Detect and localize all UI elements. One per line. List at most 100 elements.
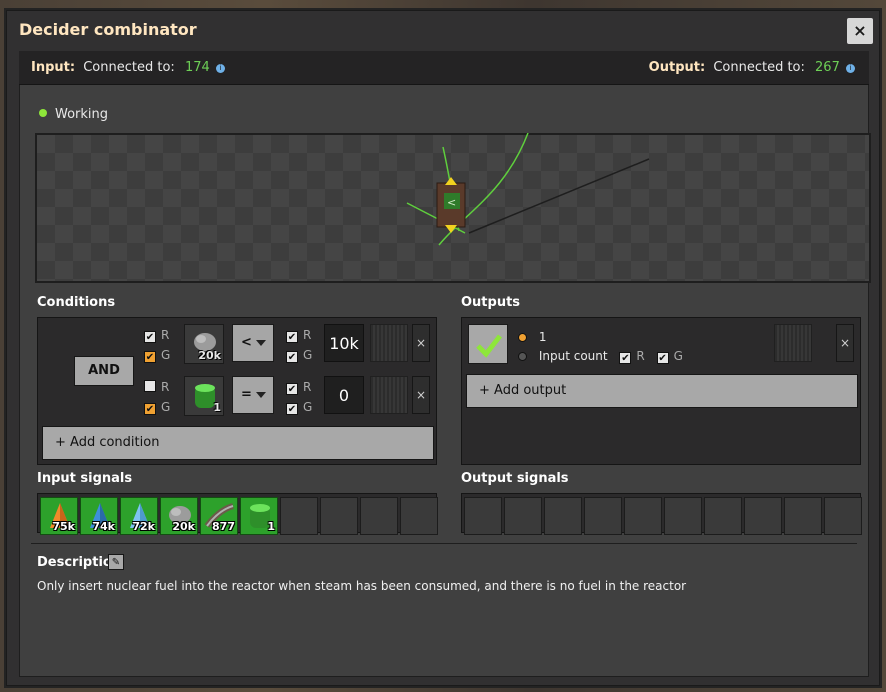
- input-connection-count: 174: [184, 60, 210, 75]
- comparator-value: <: [241, 335, 252, 350]
- condition-2-comparator-dropdown[interactable]: =: [232, 376, 274, 414]
- signal-count: 75k: [52, 520, 75, 533]
- connection-bar: Input: Connected to: 174 i Output: Conne…: [19, 51, 869, 85]
- condition-2-value[interactable]: 0: [324, 376, 364, 414]
- output-connection: Output: Connected to: 267 i: [649, 60, 855, 75]
- output-signals-panel: [461, 493, 862, 535]
- input-signal-slot[interactable]: 1: [240, 497, 278, 535]
- signal-count: 1: [267, 520, 275, 533]
- checkbox-icon[interactable]: ✔: [286, 331, 298, 343]
- output-red-label: R: [636, 349, 645, 363]
- signal-count: 877: [212, 520, 235, 533]
- info-icon[interactable]: i: [215, 64, 225, 73]
- title-bar[interactable]: Decider combinator ×: [7, 11, 879, 49]
- chevron-down-icon: [256, 340, 266, 346]
- output-extra-slot: [774, 324, 812, 362]
- input-signal-slot[interactable]: 74k: [80, 497, 118, 535]
- input-label: Input:: [31, 60, 76, 75]
- empty-signal-slot: [744, 497, 782, 535]
- input-count-label: Input count: [538, 349, 608, 363]
- condition-2-right-red[interactable]: ✔ R: [286, 380, 311, 395]
- close-button[interactable]: ×: [847, 18, 873, 44]
- checkbox-icon[interactable]: ✔: [656, 352, 669, 364]
- condition-2-left-green[interactable]: ✔ G: [144, 400, 170, 415]
- output-input-count-row[interactable]: Input count ✔ R ✔ G: [518, 349, 683, 364]
- input-signal-slot[interactable]: 72k: [120, 497, 158, 535]
- checkbox-icon[interactable]: ✔: [144, 331, 156, 343]
- svg-text:<: <: [447, 196, 456, 209]
- input-signal-slot[interactable]: 877: [200, 497, 238, 535]
- output-label: Output:: [648, 60, 706, 75]
- condition-2-left-red[interactable]: R: [144, 380, 169, 394]
- condition-1-right-red[interactable]: ✔ R: [286, 328, 311, 343]
- comparator-value: =: [241, 387, 252, 402]
- checkbox-icon[interactable]: [144, 380, 156, 392]
- conditions-title: Conditions: [37, 295, 116, 310]
- empty-signal-slot: [504, 497, 542, 535]
- signal-count: 72k: [132, 520, 155, 533]
- check-icon: [476, 334, 502, 358]
- condition-1-comparator-dropdown[interactable]: <: [232, 324, 274, 362]
- empty-signal-slot: [624, 497, 662, 535]
- combinator-preview-icon: <: [406, 133, 650, 246]
- add-output-button[interactable]: + Add output: [466, 374, 858, 408]
- condition-2-signal-slot[interactable]: 1: [184, 376, 224, 416]
- chevron-down-icon: [256, 392, 266, 398]
- condition-1-signal-count: 20k: [198, 349, 221, 362]
- empty-signal-slot: [824, 497, 862, 535]
- info-icon[interactable]: i: [846, 64, 855, 73]
- output-signal-slot[interactable]: [468, 324, 508, 364]
- condition-1-signal-slot[interactable]: 20k: [184, 324, 224, 364]
- entity-preview[interactable]: <: [35, 133, 871, 283]
- pencil-icon[interactable]: ✎: [108, 554, 124, 570]
- empty-signal-slot: [320, 497, 358, 535]
- output-signals-title: Output signals: [461, 471, 569, 486]
- empty-signal-slot: [704, 497, 742, 535]
- empty-signal-slot: [400, 497, 438, 535]
- condition-1-extra-slot: [370, 324, 408, 362]
- checkbox-icon[interactable]: ✔: [144, 403, 156, 415]
- signal-count: 20k: [172, 520, 195, 533]
- empty-signal-slot: [360, 497, 398, 535]
- input-signal-slot[interactable]: 75k: [40, 497, 78, 535]
- input-signal-slot[interactable]: 20k: [160, 497, 198, 535]
- input-connection: Input: Connected to: 174 i: [31, 60, 225, 75]
- conditions-panel: AND ✔ R ✔ G 20k < ✔ R ✔ G 10k × R ✔ G 1 = ✔ R …: [37, 317, 437, 465]
- logic-and-button[interactable]: AND: [74, 356, 134, 386]
- condition-1-left-green[interactable]: ✔ G: [144, 348, 170, 363]
- signal-count: 74k: [92, 520, 115, 533]
- output-connected-text: Connected to:: [713, 60, 805, 75]
- window-title: Decider combinator: [19, 20, 197, 39]
- checkbox-icon[interactable]: ✔: [286, 351, 298, 363]
- divider: [31, 543, 857, 544]
- output-remove-button[interactable]: ×: [836, 324, 854, 362]
- condition-1-remove-button[interactable]: ×: [412, 324, 430, 362]
- output-value-row[interactable]: 1: [518, 330, 546, 344]
- empty-signal-slot: [584, 497, 622, 535]
- checkbox-icon[interactable]: ✔: [144, 351, 156, 363]
- empty-signal-slot: [280, 497, 318, 535]
- input-signals-panel: 75k 74k 72k 20k 877 1: [37, 493, 438, 535]
- condition-1-value[interactable]: 10k: [324, 324, 364, 362]
- input-connected-text: Connected to:: [83, 60, 175, 75]
- radio-selected-icon[interactable]: [518, 333, 527, 342]
- condition-1-right-green[interactable]: ✔ G: [286, 348, 312, 363]
- condition-1-left-red[interactable]: ✔ R: [144, 328, 169, 343]
- empty-signal-slot: [784, 497, 822, 535]
- checkbox-icon[interactable]: ✔: [619, 352, 632, 364]
- output-connection-count: 267: [815, 60, 840, 75]
- output-green-label: G: [673, 349, 683, 363]
- condition-2-signal-count: 1: [213, 401, 221, 414]
- radio-unselected-icon[interactable]: [518, 352, 527, 361]
- empty-signal-slot: [664, 497, 702, 535]
- condition-2-extra-slot: [370, 376, 408, 414]
- checkbox-icon[interactable]: ✔: [286, 383, 298, 395]
- add-condition-button[interactable]: + Add condition: [42, 426, 434, 460]
- status-text: Working: [55, 107, 109, 122]
- condition-2-remove-button[interactable]: ×: [412, 376, 430, 414]
- condition-2-right-green[interactable]: ✔ G: [286, 400, 312, 415]
- inner-panel: Input: Connected to: 174 i Output: Conne…: [19, 51, 871, 677]
- checkbox-icon[interactable]: ✔: [286, 403, 298, 415]
- outputs-panel: 1 Input count ✔ R ✔ G × + Add output: [461, 317, 861, 465]
- status: Working: [39, 107, 108, 122]
